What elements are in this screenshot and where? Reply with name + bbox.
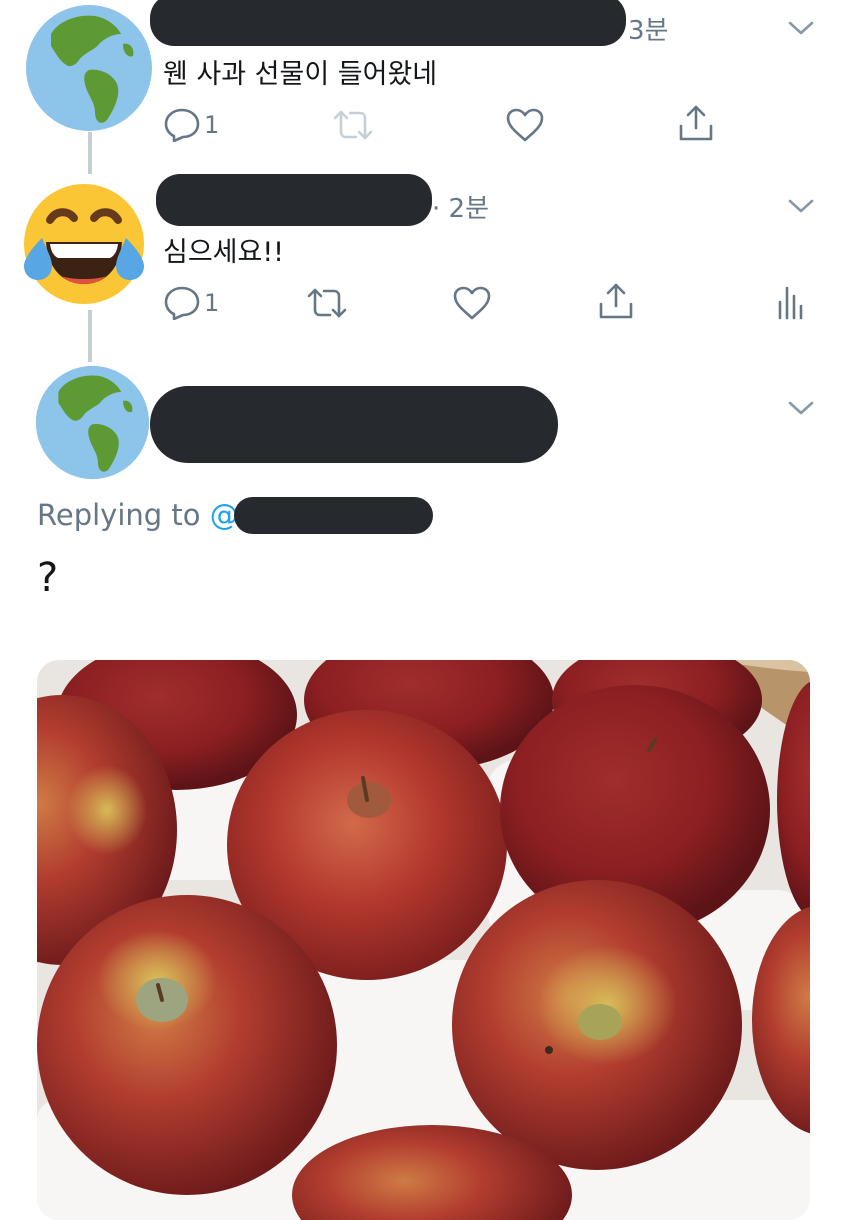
retweet-icon[interactable] [332,108,374,142]
globe-americas-icon[interactable] [25,4,153,132]
tweet-text: ? [37,555,59,601]
chevron-down-icon[interactable] [788,400,814,416]
replying-to: Replying to @ [37,498,239,532]
share-icon[interactable] [678,104,714,142]
face-with-tears-of-joy-icon[interactable] [20,180,148,308]
tweet-text: 웬 사과 선물이 들어왔네 [163,59,438,90]
like-icon[interactable] [506,108,544,142]
apples-photo [37,660,810,1220]
like-icon[interactable] [453,286,491,320]
redacted-mention [234,497,433,534]
timestamp: 3분 [628,16,669,46]
globe-americas-icon[interactable] [35,365,150,480]
thread-line [88,310,92,362]
tweet-text: 심으세요!! [163,237,285,268]
redacted-author-name [156,174,432,226]
tweet-photo-apples[interactable] [37,660,810,1220]
reply-count: 1 [204,111,220,139]
thread-line [88,132,92,174]
reply-button[interactable]: 1 [164,286,219,320]
chevron-down-icon[interactable] [788,20,814,36]
chevron-down-icon[interactable] [788,198,814,214]
reply-button[interactable]: 1 [164,108,219,142]
reply-icon [164,286,200,320]
share-icon[interactable] [598,282,634,320]
timestamp: · 2분 [432,194,489,224]
replying-to-label: Replying to [37,498,210,532]
analytics-icon[interactable] [776,284,804,320]
retweet-icon[interactable] [306,286,348,320]
redacted-author-name [150,0,626,46]
reply-icon [164,108,200,142]
reply-count: 1 [204,289,220,317]
redacted-author-name [150,386,558,463]
